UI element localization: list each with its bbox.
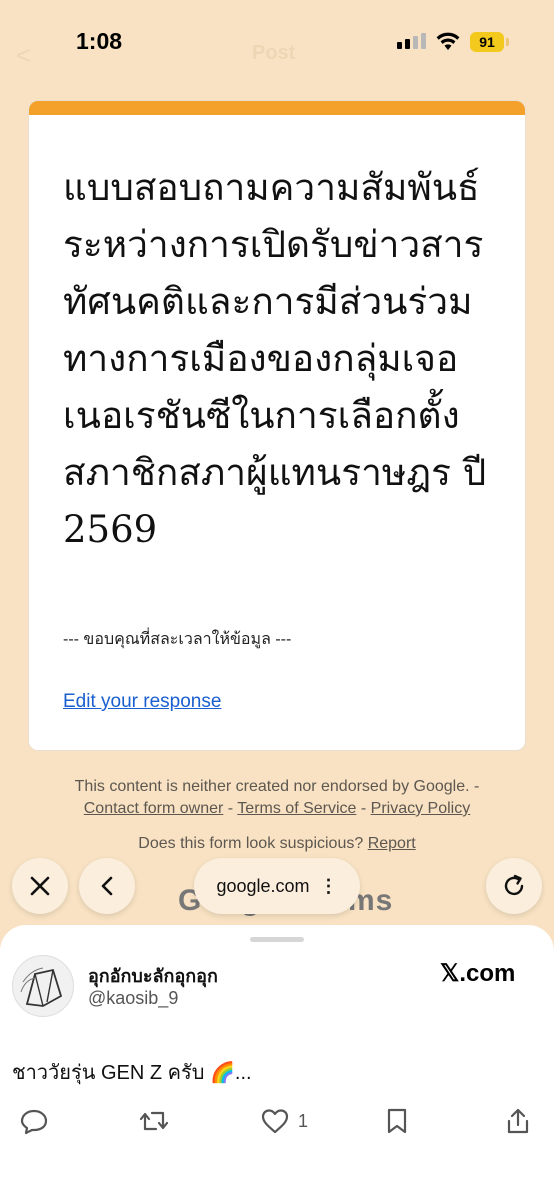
back-icon[interactable]: <: [16, 40, 31, 71]
form-title: แบบสอบถามความสัมพันธ์ระหว่างการเปิดรับข่…: [63, 166, 487, 551]
tweet-actions: 1: [0, 1103, 554, 1143]
tweet-card-sheet: อุกอักบะลักอุกอุก @kaosib_9 𝕏.com ชาววัย…: [0, 925, 554, 1200]
chevron-left-icon: [101, 876, 113, 896]
form-confirmation-card: แบบสอบถามความสัมพันธ์ระหว่างการเปิดรับข่…: [28, 100, 526, 751]
close-icon: [30, 876, 50, 896]
battery-tip: [506, 38, 509, 46]
share-icon: [507, 1108, 529, 1134]
repost-button[interactable]: [138, 1103, 170, 1139]
more-options-icon[interactable]: ⋮: [320, 876, 338, 897]
cellular-signal-icon: [397, 33, 427, 49]
status-bar: < Post 1:08 91: [0, 0, 554, 80]
wifi-icon: [436, 32, 460, 50]
close-button[interactable]: [12, 858, 68, 914]
separator: -: [223, 800, 238, 817]
suspicious-notice: Does this form look suspicious? Report: [0, 835, 554, 853]
url-bar[interactable]: google.com ⋮: [194, 858, 360, 914]
avatar[interactable]: [12, 955, 74, 1017]
reply-icon: [20, 1109, 48, 1135]
form-subtitle: --- ขอบคุณที่สละเวลาให้ข้อมูล ---: [63, 631, 292, 648]
reload-icon: [504, 874, 524, 896]
battery-indicator: 91: [470, 32, 504, 52]
avatar-sketch-icon: [20, 967, 63, 1007]
suspicious-text: Does this form look suspicious?: [138, 835, 364, 852]
heart-icon: [261, 1109, 289, 1134]
card-accent-bar: [29, 101, 525, 115]
reload-button[interactable]: [486, 858, 542, 914]
url-text: google.com: [216, 875, 310, 896]
google-disclaimer: This content is neither created nor endo…: [0, 776, 554, 820]
tweet-text: ชาววัยรุ่น GEN Z ครับ 🌈...: [12, 1062, 252, 1084]
tweet-handle[interactable]: @kaosib_9: [88, 988, 178, 1009]
separator: -: [356, 800, 371, 817]
status-time: 1:08: [76, 28, 123, 54]
repost-icon: [139, 1111, 169, 1131]
sheet-grabber[interactable]: [250, 937, 304, 942]
faded-page-title: Post: [252, 42, 296, 64]
terms-link[interactable]: Terms of Service: [237, 800, 356, 817]
like-button[interactable]: 1: [260, 1103, 308, 1139]
edit-response-link[interactable]: Edit your response: [63, 691, 221, 713]
report-link[interactable]: Report: [368, 835, 416, 852]
reply-button[interactable]: [20, 1103, 48, 1139]
bookmark-button[interactable]: [384, 1103, 410, 1139]
back-button[interactable]: [79, 858, 135, 914]
bookmark-icon: [387, 1108, 407, 1134]
contact-form-owner-link[interactable]: Contact form owner: [84, 800, 224, 817]
tweet-display-name[interactable]: อุกอักบะลักอุกอุก: [88, 961, 218, 990]
share-button[interactable]: [504, 1103, 532, 1139]
x-com-logo[interactable]: 𝕏.com: [440, 959, 515, 988]
privacy-link[interactable]: Privacy Policy: [371, 800, 471, 817]
disclaimer-text: This content is neither created nor endo…: [74, 778, 480, 795]
like-count: 1: [298, 1110, 309, 1131]
